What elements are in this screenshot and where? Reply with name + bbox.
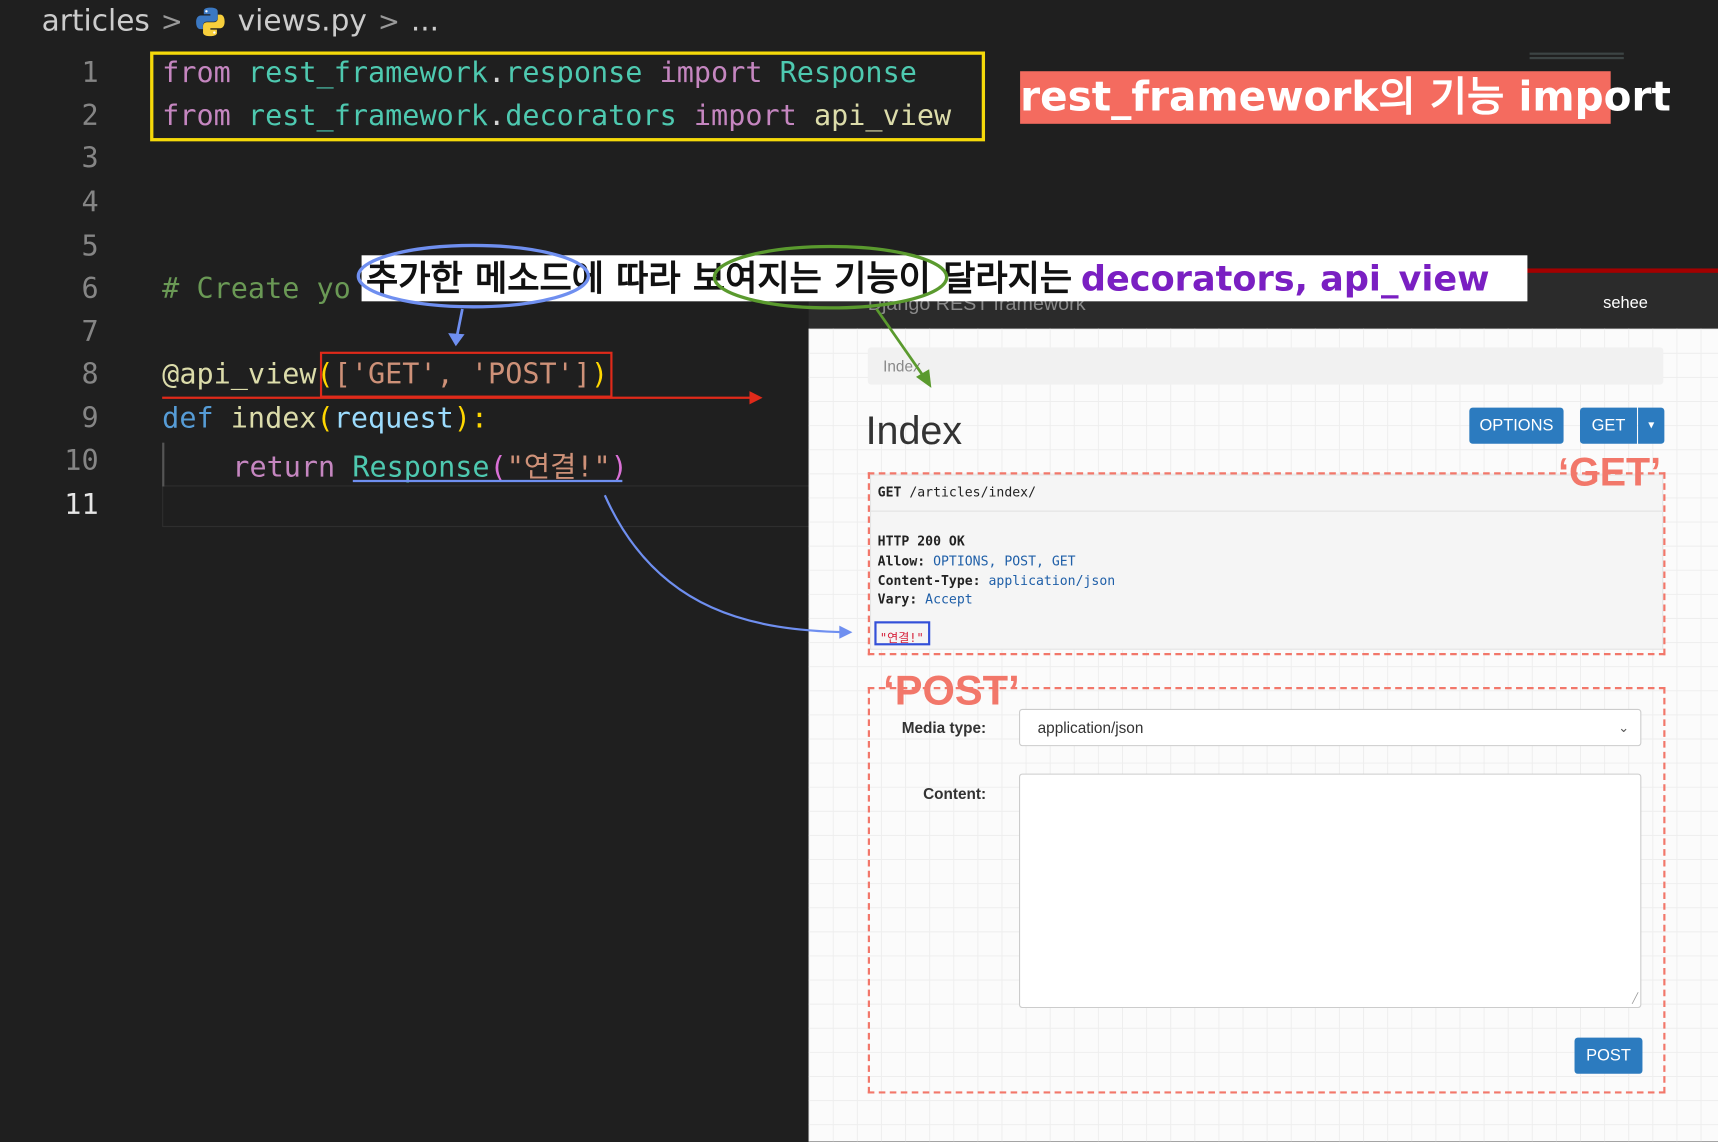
line-number-active: 11 bbox=[64, 488, 99, 522]
class-name: Response bbox=[352, 451, 490, 485]
keyword: return bbox=[232, 451, 336, 485]
code-line-6-comment[interactable]: # Create yo bbox=[162, 273, 351, 306]
post-section-outline bbox=[867, 687, 1666, 1094]
chevron-right-icon: > bbox=[160, 6, 183, 37]
paren: ( bbox=[316, 402, 334, 435]
api-breadcrumb[interactable]: Index bbox=[867, 347, 1664, 385]
banner-text: 추가한 메소드에 따라 보여지는 기능이 달라지는 bbox=[365, 257, 1073, 300]
decorator: @api_view bbox=[162, 358, 317, 392]
python-file-icon bbox=[195, 7, 225, 36]
indent-guide bbox=[162, 442, 165, 487]
string-literal: "연결!" bbox=[506, 451, 611, 485]
editor-minimap[interactable] bbox=[1529, 52, 1624, 64]
current-line-highlight bbox=[162, 485, 820, 528]
import-annotation-label: rest_framework의 기능 import bbox=[1020, 71, 1671, 124]
methods-highlight-box bbox=[319, 351, 613, 398]
arrow-head bbox=[749, 391, 763, 405]
line-number: 4 bbox=[81, 186, 99, 220]
breadcrumb-more[interactable]: ... bbox=[411, 4, 439, 38]
code-line-9[interactable]: def index(request): bbox=[162, 402, 488, 435]
paren: ( bbox=[489, 451, 507, 485]
function-name: index bbox=[230, 402, 317, 435]
arrow-head bbox=[448, 333, 465, 347]
paren: ) bbox=[610, 451, 628, 485]
line-number: 3 bbox=[81, 142, 99, 176]
chevron-right-icon: > bbox=[377, 6, 400, 37]
parameter: request bbox=[333, 402, 454, 435]
editor-breadcrumb: articles > views.py > ... bbox=[42, 4, 439, 38]
line-number: 5 bbox=[81, 230, 99, 263]
line-number: 6 bbox=[81, 272, 99, 306]
line-number: 2 bbox=[81, 99, 99, 133]
page-title: Index bbox=[865, 407, 963, 453]
keyword: def bbox=[162, 402, 214, 435]
get-section-outline bbox=[867, 472, 1666, 656]
arrow-line bbox=[454, 308, 464, 343]
get-button[interactable]: GET bbox=[1579, 407, 1637, 444]
options-button[interactable]: OPTIONS bbox=[1469, 407, 1564, 444]
line-number: 10 bbox=[64, 444, 99, 478]
get-format-dropdown[interactable]: ▾ bbox=[1638, 407, 1665, 444]
line-number: 9 bbox=[81, 402, 99, 435]
screenshot-stage: articles > views.py > ... 1 2 3 4 5 6 7 … bbox=[0, 0, 1718, 1142]
line-number: 7 bbox=[81, 315, 99, 349]
breadcrumb-folder[interactable]: articles bbox=[42, 4, 150, 38]
caret-down-icon: ▾ bbox=[1648, 418, 1655, 432]
line-number: 1 bbox=[81, 56, 99, 90]
navbar-user[interactable]: sehee bbox=[1603, 294, 1648, 313]
line-number: 8 bbox=[81, 358, 99, 392]
import-highlight-box bbox=[150, 51, 986, 142]
get-annotation-label: ‘GET’ bbox=[1558, 449, 1662, 495]
banner-highlight: decorators, api_view bbox=[1080, 257, 1490, 300]
decorator-annotation-banner: 추가한 메소드에 따라 보여지는 기능이 달라지는 decorators, ap… bbox=[361, 255, 1528, 302]
paren: ): bbox=[453, 402, 489, 435]
post-annotation-label: ‘POST’ bbox=[883, 668, 1020, 715]
code-line-10[interactable]: return Response("연결!") bbox=[232, 445, 627, 486]
breadcrumb-file[interactable]: views.py bbox=[238, 4, 367, 38]
